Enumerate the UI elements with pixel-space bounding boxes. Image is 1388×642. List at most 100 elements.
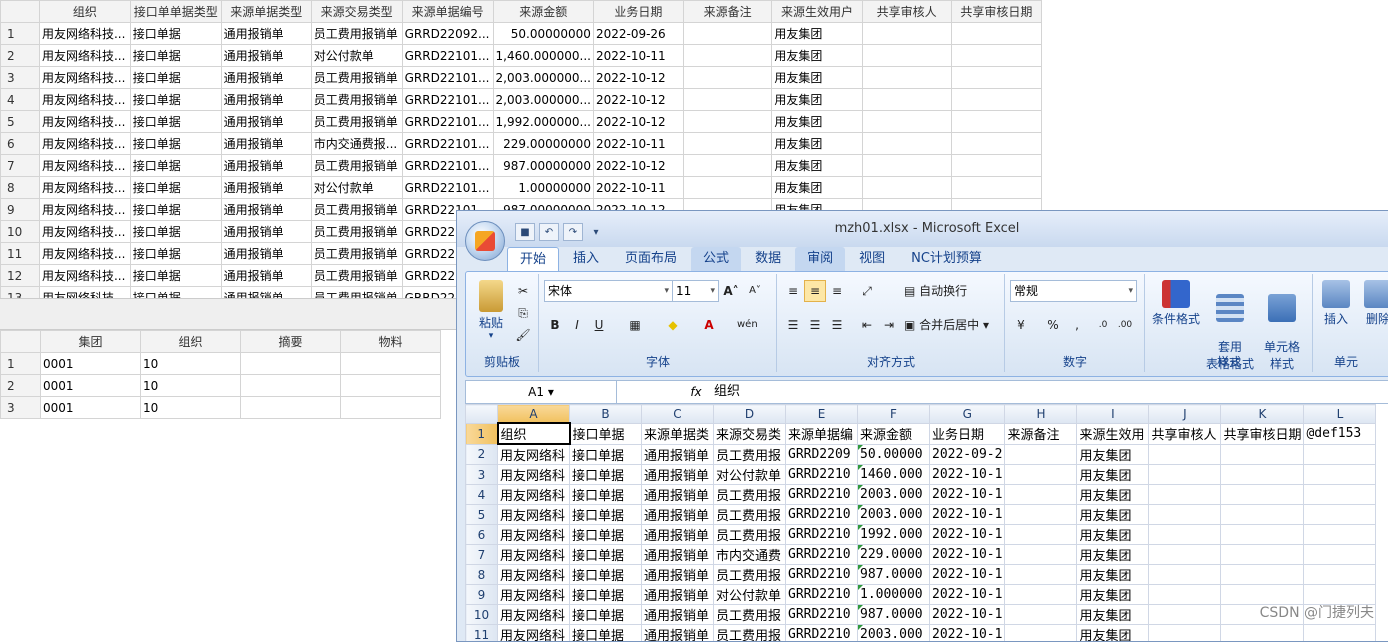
decrease-indent-icon[interactable]: ⇤ bbox=[856, 314, 878, 336]
cell[interactable]: 通用报销单 bbox=[642, 505, 714, 525]
table-row[interactable]: 8用友网络科技...接口单据通用报销单对公付款单GRRD22101...1.00… bbox=[1, 177, 1042, 199]
table-cell[interactable]: 0001 bbox=[41, 353, 141, 375]
table-cell[interactable] bbox=[951, 133, 1041, 155]
table-cell[interactable] bbox=[862, 23, 951, 45]
table-cell[interactable]: 用友集团 bbox=[772, 177, 862, 199]
table-cell[interactable] bbox=[341, 397, 441, 419]
cell[interactable]: GRRD2210 bbox=[786, 545, 858, 565]
cell[interactable]: 1.000000 bbox=[858, 585, 930, 605]
cell[interactable]: GRRD2210 bbox=[786, 605, 858, 625]
cell[interactable]: GRRD2210 bbox=[786, 465, 858, 485]
cell[interactable] bbox=[1221, 485, 1304, 505]
table-cell[interactable] bbox=[683, 155, 772, 177]
grid-splitter[interactable] bbox=[0, 298, 456, 330]
cell[interactable]: 用友网络科 bbox=[498, 505, 570, 525]
cell[interactable]: 员工费用报 bbox=[714, 565, 786, 585]
cell[interactable]: 接口单据 bbox=[570, 465, 642, 485]
cell[interactable]: 对公付款单 bbox=[714, 465, 786, 485]
cell[interactable]: 2022-10-1 bbox=[930, 625, 1005, 642]
cell[interactable]: 接口单据 bbox=[570, 585, 642, 605]
orientation-icon[interactable]: ⤢ bbox=[856, 280, 878, 302]
cell[interactable] bbox=[1005, 585, 1077, 605]
cell[interactable]: GRRD2210 bbox=[786, 525, 858, 545]
cell[interactable]: 用友集团 bbox=[1077, 505, 1149, 525]
cell[interactable] bbox=[1149, 505, 1221, 525]
cell[interactable]: 用友网络科 bbox=[498, 485, 570, 505]
cell[interactable]: 共享审核日期 bbox=[1221, 423, 1304, 444]
table-cell[interactable]: 10 bbox=[141, 397, 241, 419]
table-cell[interactable]: 用友网络科技... bbox=[39, 133, 130, 155]
cell[interactable]: 来源生效用 bbox=[1077, 423, 1149, 444]
column-header[interactable]: 组织 bbox=[39, 1, 130, 23]
row-header[interactable]: 2 bbox=[466, 444, 498, 465]
cell[interactable]: 用友集团 bbox=[1077, 545, 1149, 565]
cell[interactable] bbox=[1304, 465, 1376, 485]
cell[interactable] bbox=[1149, 625, 1221, 642]
table-cell[interactable]: 接口单据 bbox=[130, 67, 221, 89]
cell[interactable]: 接口单据 bbox=[570, 444, 642, 465]
decrease-decimal-icon[interactable]: .00 bbox=[1114, 314, 1136, 336]
table-cell[interactable] bbox=[683, 133, 772, 155]
table-cell[interactable]: 员工费用报销单 bbox=[311, 89, 402, 111]
table-row[interactable]: 2用友网络科技...接口单据通用报销单对公付款单GRRD22101...1,46… bbox=[1, 45, 1042, 67]
tab-home[interactable]: 开始 bbox=[507, 247, 559, 272]
cell[interactable] bbox=[1221, 525, 1304, 545]
column-header[interactable] bbox=[1, 331, 41, 353]
cell[interactable]: 用友网络科 bbox=[498, 545, 570, 565]
column-header[interactable]: 物料 bbox=[341, 331, 441, 353]
cell[interactable] bbox=[1149, 545, 1221, 565]
column-header[interactable]: 来源生效用户 bbox=[772, 1, 862, 23]
row-header[interactable]: 8 bbox=[466, 565, 498, 585]
cell[interactable]: 来源备注 bbox=[1005, 423, 1077, 444]
cell[interactable]: 用友网络科 bbox=[498, 465, 570, 485]
table-cell[interactable]: 员工费用报销单 bbox=[311, 199, 402, 221]
table-cell[interactable]: 50.00000000 bbox=[493, 23, 593, 45]
cell[interactable] bbox=[1221, 565, 1304, 585]
copy-icon[interactable]: ⎘ bbox=[512, 302, 534, 324]
column-header-J[interactable]: J bbox=[1149, 405, 1221, 424]
cell[interactable] bbox=[1149, 565, 1221, 585]
cell[interactable]: 用友集团 bbox=[1077, 585, 1149, 605]
table-cell[interactable]: 接口单据 bbox=[130, 221, 221, 243]
cut-icon[interactable]: ✂ bbox=[512, 280, 534, 302]
column-header-F[interactable]: F bbox=[858, 405, 930, 424]
column-header-H[interactable]: H bbox=[1005, 405, 1077, 424]
column-header[interactable]: 来源单据编号 bbox=[402, 1, 493, 23]
cell[interactable]: 2022-10-1 bbox=[930, 505, 1005, 525]
cell[interactable] bbox=[1005, 465, 1077, 485]
table-cell[interactable] bbox=[683, 111, 772, 133]
table-cell[interactable]: 用友集团 bbox=[772, 111, 862, 133]
tab-review[interactable]: 审阅 bbox=[795, 247, 845, 271]
cell[interactable]: 接口单据 bbox=[570, 423, 642, 444]
cell[interactable] bbox=[1221, 465, 1304, 485]
cell[interactable]: 用友集团 bbox=[1077, 565, 1149, 585]
table-cell[interactable]: 接口单据 bbox=[130, 287, 221, 299]
cell[interactable]: 2022-10-1 bbox=[930, 605, 1005, 625]
table-cell[interactable]: 接口单据 bbox=[130, 133, 221, 155]
save-icon[interactable]: ■ bbox=[515, 223, 535, 241]
table-cell[interactable]: 用友集团 bbox=[772, 155, 862, 177]
row-header[interactable]: 9 bbox=[466, 585, 498, 605]
column-header[interactable] bbox=[1, 1, 40, 23]
table-cell[interactable]: 用友网络科技... bbox=[39, 287, 130, 299]
cell[interactable]: 来源金额 bbox=[858, 423, 930, 444]
table-cell[interactable]: 通用报销单 bbox=[221, 155, 311, 177]
cell[interactable]: 2022-10-1 bbox=[930, 465, 1005, 485]
cell[interactable]: 用友网络科 bbox=[498, 625, 570, 642]
table-cell[interactable] bbox=[862, 177, 951, 199]
align-middle-icon[interactable]: ≡ bbox=[804, 280, 826, 302]
cell[interactable]: 员工费用报 bbox=[714, 444, 786, 465]
cell[interactable]: 229.0000 bbox=[858, 545, 930, 565]
table-cell[interactable]: 接口单据 bbox=[130, 199, 221, 221]
cell[interactable]: 通用报销单 bbox=[642, 545, 714, 565]
cell[interactable]: 来源单据编 bbox=[786, 423, 858, 444]
table-cell[interactable]: 员工费用报销单 bbox=[311, 287, 402, 299]
table-cell[interactable]: 用友网络科技... bbox=[39, 265, 130, 287]
cell[interactable]: 1460.000 bbox=[858, 465, 930, 485]
cell[interactable]: 通用报销单 bbox=[642, 444, 714, 465]
cell[interactable]: 接口单据 bbox=[570, 565, 642, 585]
column-header[interactable]: 业务日期 bbox=[593, 1, 683, 23]
table-row[interactable]: 4用友网络科技...接口单据通用报销单员工费用报销单GRRD22101...2,… bbox=[1, 89, 1042, 111]
cell[interactable] bbox=[1149, 525, 1221, 545]
table-cell[interactable]: 接口单据 bbox=[130, 155, 221, 177]
